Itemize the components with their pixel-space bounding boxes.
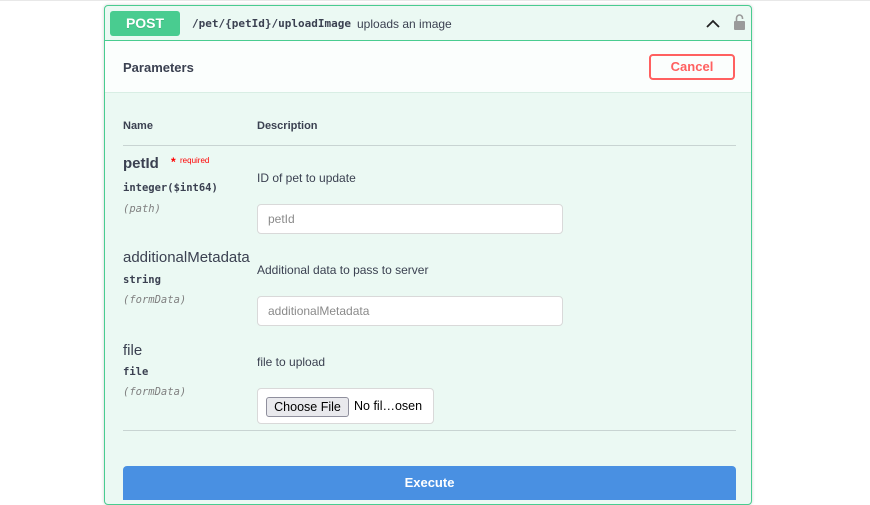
method-badge: POST bbox=[110, 11, 180, 36]
params-bottom-divider bbox=[123, 430, 736, 431]
param-location-additionalmetadata: (formData) bbox=[123, 294, 187, 306]
param-type-file: file bbox=[123, 366, 149, 378]
param-description-additionalmetadata: Additional data to pass to server bbox=[257, 263, 429, 277]
file-input: Choose File No fil…osen bbox=[257, 388, 434, 424]
param-description-file: file to upload bbox=[257, 355, 326, 369]
param-type-petid: integer($int64) bbox=[123, 182, 218, 194]
file-status: No fil…osen bbox=[354, 399, 423, 413]
required-label: required bbox=[180, 156, 210, 165]
column-header-name: Name bbox=[123, 120, 153, 132]
param-location-petid: (path) bbox=[123, 203, 161, 215]
parameters-title: Parameters bbox=[123, 60, 194, 75]
parameters-header: Parameters Cancel bbox=[105, 41, 751, 93]
operation-summary-text: uploads an image bbox=[357, 17, 452, 31]
choose-file-button[interactable]: Choose File bbox=[266, 397, 349, 417]
execute-button[interactable]: Execute bbox=[123, 466, 736, 500]
param-name-petid: petId bbox=[123, 155, 159, 172]
param-description-petid: ID of pet to update bbox=[257, 171, 356, 185]
top-divider bbox=[0, 0, 870, 1]
operation-path: /pet/{petId}/uploadImage bbox=[192, 17, 351, 30]
additionalmetadata-input[interactable] bbox=[257, 296, 563, 326]
cancel-button[interactable]: Cancel bbox=[649, 54, 735, 80]
column-header-description: Description bbox=[257, 120, 318, 132]
param-name-additionalmetadata: additionalMetadata bbox=[123, 249, 250, 266]
operation-summary[interactable]: POST /pet/{petId}/uploadImage uploads an… bbox=[105, 6, 751, 41]
param-location-file: (formData) bbox=[123, 386, 187, 398]
required-star: * bbox=[171, 155, 176, 169]
param-name-file: file bbox=[123, 342, 143, 359]
param-type-additionalmetadata: string bbox=[123, 274, 161, 286]
lock-icon[interactable] bbox=[733, 13, 746, 31]
chevron-up-icon[interactable] bbox=[705, 16, 721, 32]
petid-input[interactable] bbox=[257, 204, 563, 234]
header-divider bbox=[123, 145, 736, 146]
operation-block-post: POST /pet/{petId}/uploadImage uploads an… bbox=[104, 5, 752, 505]
